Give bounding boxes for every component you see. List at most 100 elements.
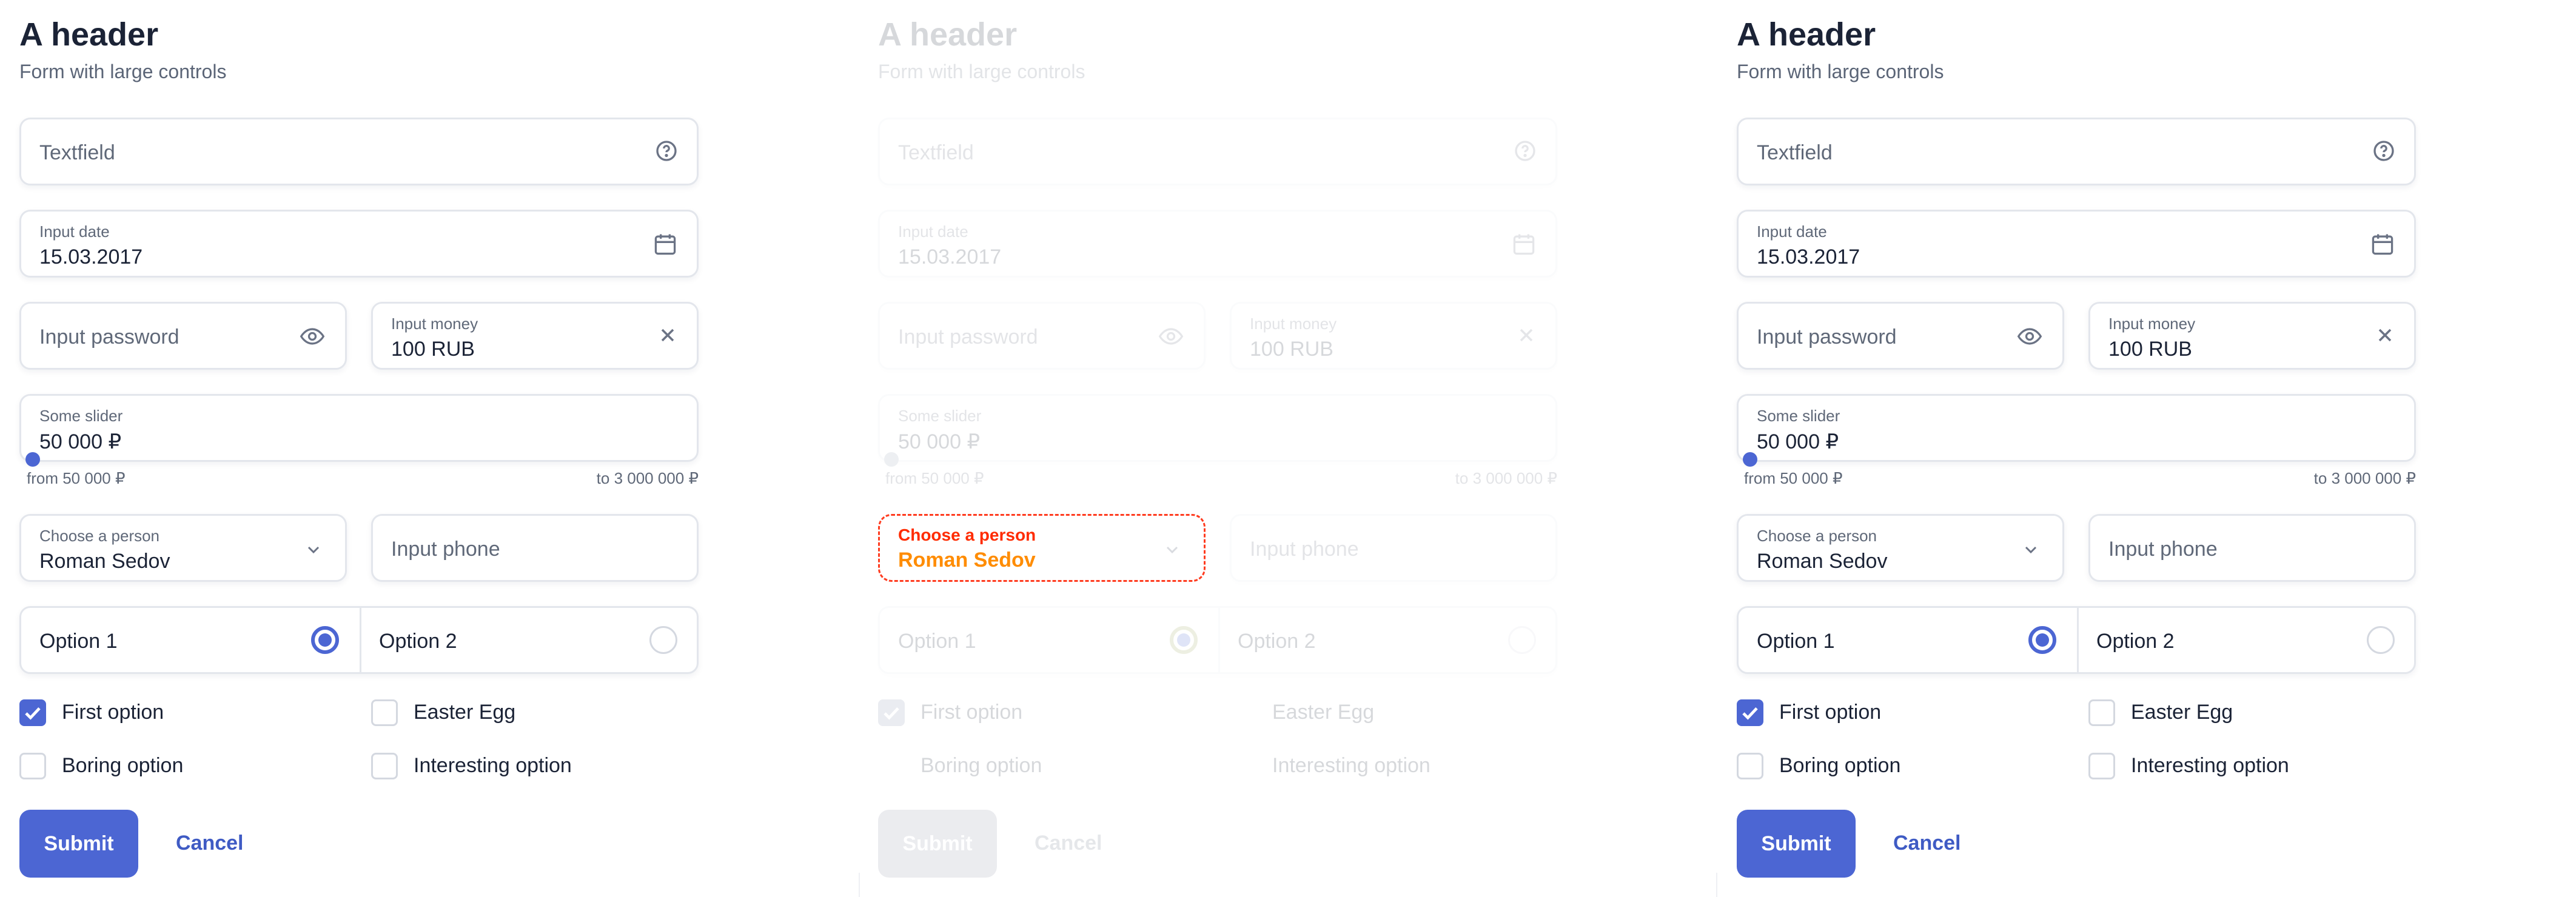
checkbox-easter-egg-label: Easter Egg [2131, 701, 2233, 724]
checkbox-boring-option[interactable] [19, 753, 46, 779]
checkbox-interesting-option-label: Interesting option [1272, 754, 1431, 777]
date-label: Input date [39, 222, 110, 241]
person-select[interactable]: Choose a person Roman Sedov [19, 514, 347, 582]
phone-placeholder: Input phone [1250, 538, 1359, 561]
textfield-placeholder: Textfield [1757, 141, 1833, 164]
chevron-down-icon[interactable] [304, 540, 323, 559]
slider-value: 50 000 ₽ [898, 430, 981, 453]
date-field[interactable]: Input date 15.03.2017 [1737, 210, 2416, 278]
radio-group: Option 1 Option 2 [1737, 606, 2416, 674]
checkbox-first-option-label: First option [1779, 701, 1882, 724]
person-select[interactable]: Choose a person Roman Sedov [1737, 514, 2064, 582]
checkbox-first-option[interactable] [1737, 699, 1763, 726]
submit-button: Submit [878, 810, 997, 878]
slider-label: Some slider [39, 407, 123, 425]
date-label: Input date [1757, 222, 1827, 241]
slider-thumb[interactable] [25, 452, 40, 467]
form-header: A header [878, 16, 1018, 53]
slider-field[interactable]: Some slider 50 000 ₽ [1737, 394, 2416, 462]
chevron-down-icon[interactable] [2021, 540, 2041, 559]
slider-min-label: from 50 000 ₽ [27, 469, 126, 487]
textfield: Textfield [878, 118, 1557, 185]
slider-value: 50 000 ₽ [1757, 430, 1839, 453]
password-placeholder: Input password [1757, 325, 1897, 348]
cancel-button[interactable]: Cancel [176, 832, 244, 855]
checkbox-boring-option-label: Boring option [1779, 754, 1901, 777]
radio-option-2[interactable] [2367, 626, 2395, 654]
radio-group: Option 1 Option 2 [19, 606, 699, 674]
checkbox-easter-egg-label: Easter Egg [414, 701, 516, 724]
slider-max-label: to 3 000 000 ₽ [2313, 469, 2416, 487]
form-subheader: Form with large controls [19, 61, 227, 82]
calendar-icon[interactable] [2369, 231, 2396, 258]
textfield-placeholder: Textfield [898, 141, 974, 164]
cancel-button[interactable]: Cancel [1893, 832, 1961, 855]
date-label: Input date [898, 222, 968, 241]
chevron-down-icon [1162, 540, 1182, 559]
radio-divider [2077, 608, 2079, 672]
textfield-placeholder: Textfield [39, 141, 115, 164]
slider-field[interactable]: Some slider 50 000 ₽ [19, 394, 699, 462]
date-field[interactable]: Input date 15.03.2017 [19, 210, 699, 278]
radio-option-2-label: Option 2 [2096, 630, 2175, 653]
person-value: Roman Sedov [39, 550, 170, 573]
eye-icon[interactable] [298, 323, 327, 350]
radio-option-1[interactable] [2028, 626, 2056, 654]
money-field[interactable]: Input money 100 RUB [2088, 302, 2416, 370]
money-label: Input money [391, 315, 478, 333]
slider-thumb[interactable] [1743, 452, 1757, 467]
textfield[interactable]: Textfield [19, 118, 699, 185]
calendar-icon[interactable] [652, 231, 679, 258]
money-field: Input money 100 RUB [1230, 302, 1557, 370]
radio-divider [360, 608, 361, 672]
help-circle-icon[interactable] [2372, 139, 2396, 163]
date-value: 15.03.2017 [39, 245, 143, 268]
radio-group: Option 1 Option 2 [878, 606, 1557, 674]
slider-max-label: to 3 000 000 ₽ [596, 469, 699, 487]
textfield[interactable]: Textfield [1737, 118, 2416, 185]
password-field[interactable]: Input password [1737, 302, 2064, 370]
checkbox-easter-egg[interactable] [371, 699, 398, 726]
checkbox-interesting-option[interactable] [371, 753, 398, 779]
radio-option-1 [1170, 626, 1198, 654]
checkbox-boring-option-label: Boring option [921, 754, 1042, 777]
eye-icon[interactable] [2015, 323, 2044, 350]
form-panel-default: A header Form with large controls Textfi… [0, 0, 859, 897]
password-field: Input password [878, 302, 1206, 370]
close-icon[interactable] [657, 324, 679, 346]
checkbox-boring-option[interactable] [1737, 753, 1763, 779]
close-icon[interactable] [2374, 324, 2396, 346]
form-header: A header [19, 16, 159, 53]
checkbox-first-option[interactable] [19, 699, 46, 726]
help-circle-icon[interactable] [654, 139, 679, 163]
slider-label: Some slider [1757, 407, 1840, 425]
phone-field[interactable]: Input phone [2088, 514, 2416, 582]
form-header: A header [1737, 16, 1876, 53]
person-label: Choose a person [1757, 527, 1877, 545]
money-field[interactable]: Input money 100 RUB [371, 302, 699, 370]
submit-button[interactable]: Submit [1737, 810, 1856, 878]
slider-thumb [884, 452, 899, 467]
password-field[interactable]: Input password [19, 302, 347, 370]
checkbox-first-option-label: First option [921, 701, 1023, 724]
slider-max-label: to 3 000 000 ₽ [1455, 469, 1557, 487]
date-field: Input date 15.03.2017 [878, 210, 1557, 278]
submit-button[interactable]: Submit [19, 810, 138, 878]
phone-placeholder: Input phone [2108, 538, 2218, 561]
radio-option-2[interactable] [649, 626, 677, 654]
date-value: 15.03.2017 [1757, 245, 1860, 268]
checkbox-easter-egg[interactable] [2088, 699, 2115, 726]
person-select-highlighted[interactable]: Choose a person Roman Sedov [878, 514, 1206, 582]
phone-field[interactable]: Input phone [371, 514, 699, 582]
checkbox-boring-option-label: Boring option [62, 754, 184, 777]
phone-placeholder: Input phone [391, 538, 500, 561]
phone-field: Input phone [1230, 514, 1557, 582]
slider-field: Some slider 50 000 ₽ [878, 394, 1557, 462]
radio-option-1-label: Option 1 [39, 630, 118, 653]
slider-min-label: from 50 000 ₽ [885, 469, 984, 487]
money-label: Input money [1250, 315, 1337, 333]
checkbox-first-option [878, 699, 905, 726]
radio-option-1[interactable] [311, 626, 339, 654]
slider-value: 50 000 ₽ [39, 430, 122, 453]
checkbox-interesting-option[interactable] [2088, 753, 2115, 779]
